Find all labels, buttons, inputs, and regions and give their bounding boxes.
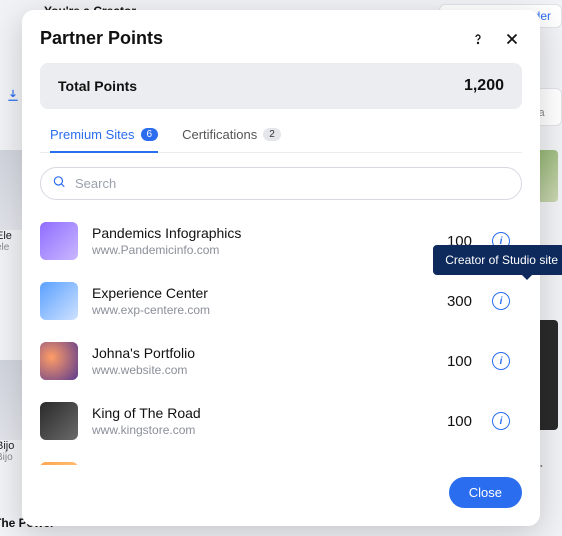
- tab-count-badge: 6: [141, 128, 159, 141]
- tab-count-badge: 2: [263, 128, 281, 141]
- site-url: www.Pandemicinfo.com: [92, 243, 433, 257]
- site-points: 300: [447, 293, 472, 310]
- site-url: www.exp-centere.com: [92, 303, 433, 317]
- total-value: 1,200: [464, 77, 504, 95]
- site-name: Johna's Portfolio: [92, 345, 433, 361]
- site-url: www.website.com: [92, 363, 433, 377]
- total-label: Total Points: [58, 78, 137, 94]
- site-thumbnail: [40, 222, 78, 260]
- search-icon: [52, 174, 66, 193]
- tabs: Premium Sites 6 Certifications 2: [40, 127, 522, 153]
- close-button[interactable]: Close: [449, 477, 522, 508]
- info-tooltip: Creator of Studio site: [433, 245, 562, 275]
- tab-label: Certifications: [182, 127, 257, 142]
- list-item: Experience Center www.exp-centere.com 30…: [40, 274, 510, 334]
- modal-title: Partner Points: [40, 28, 163, 49]
- help-icon[interactable]: [468, 29, 488, 49]
- close-icon[interactable]: [502, 29, 522, 49]
- site-name: Pandemics Infographics: [92, 225, 433, 241]
- list-item: Johna's Portfolio www.website.com 100 i: [40, 334, 510, 394]
- site-points: 100: [447, 353, 472, 370]
- tab-certifications[interactable]: Certifications 2: [182, 127, 281, 152]
- tab-premium-sites[interactable]: Premium Sites 6: [50, 127, 158, 152]
- list-item: King of The Road www.kingstore.com 100 i: [40, 394, 510, 454]
- site-thumbnail: [40, 462, 78, 465]
- info-icon[interactable]: i: [492, 352, 510, 370]
- download-icon[interactable]: [6, 88, 20, 107]
- list-item: AI Digital www.ai-digital.com 300 i: [40, 454, 510, 465]
- site-name: King of The Road: [92, 405, 433, 421]
- search-wrap: [40, 167, 522, 200]
- site-thumbnail: [40, 342, 78, 380]
- total-points-row: Total Points 1,200: [40, 63, 522, 109]
- site-name: Experience Center: [92, 285, 433, 301]
- tab-label: Premium Sites: [50, 127, 135, 142]
- info-icon[interactable]: i: [492, 412, 510, 430]
- search-input[interactable]: [40, 167, 522, 200]
- site-url: www.kingstore.com: [92, 423, 433, 437]
- site-thumbnail: [40, 402, 78, 440]
- info-icon[interactable]: i: [492, 292, 510, 310]
- site-points: 100: [447, 413, 472, 430]
- site-thumbnail: [40, 282, 78, 320]
